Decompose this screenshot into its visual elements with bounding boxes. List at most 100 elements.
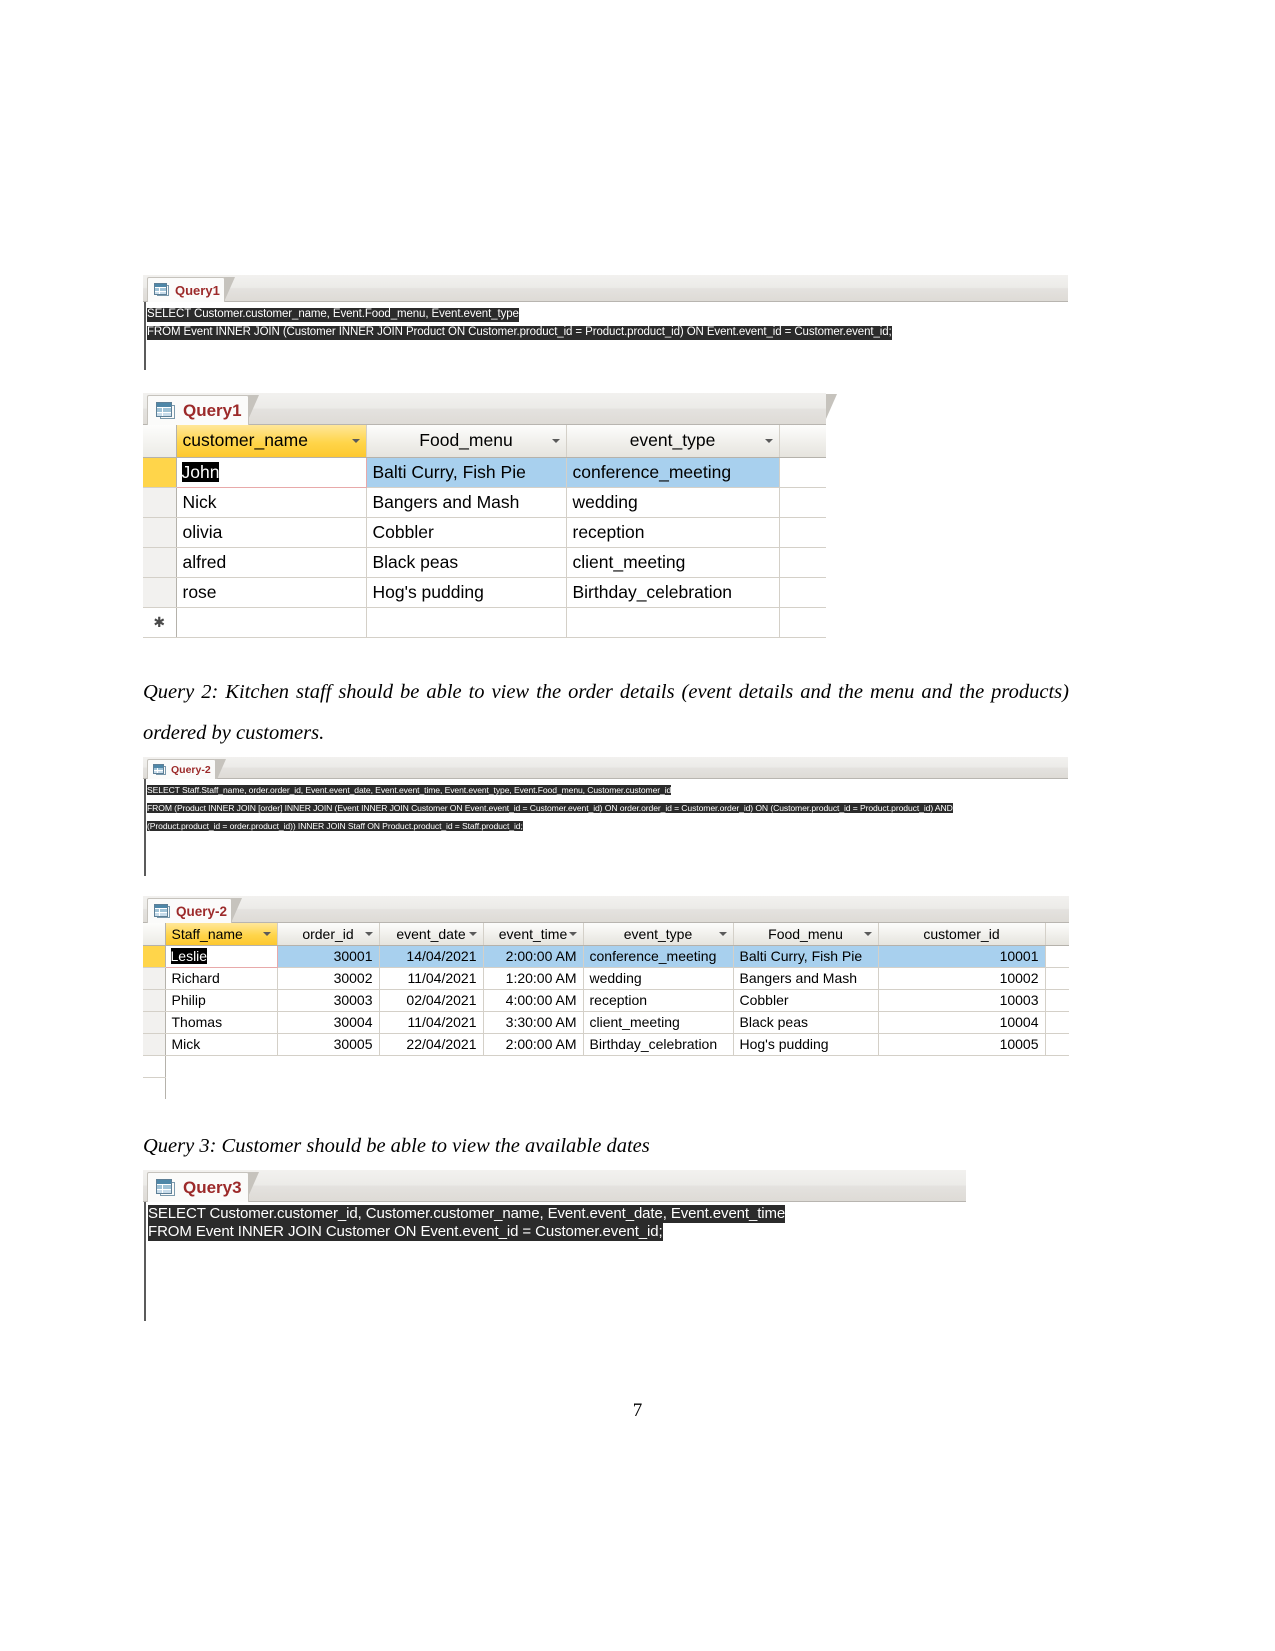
cell-food-menu-new[interactable]	[366, 607, 567, 638]
cell-event-type[interactable]: conference_meeting	[583, 945, 734, 968]
chevron-down-icon[interactable]	[364, 931, 373, 936]
table-row[interactable]: Nick Bangers and Mash wedding	[143, 487, 826, 518]
chevron-down-icon[interactable]	[468, 931, 477, 936]
query2-sql-editor[interactable]: SELECT Staff.Staff_name, order.order_id,…	[143, 779, 1068, 876]
column-header-event-type[interactable]: event_type	[583, 923, 734, 946]
table-row[interactable]: Philip 30003 02/04/2021 4:00:00 AM recep…	[143, 989, 1069, 1012]
query1-datasheet-grid[interactable]: customer_name Food_menu event_type John …	[143, 425, 826, 638]
cell-staff-name[interactable]: Leslie	[164, 944, 278, 968]
cell-event-type[interactable]: reception	[583, 989, 734, 1012]
cell-event-type[interactable]: Birthday_celebration	[566, 577, 780, 608]
cell-event-time[interactable]: 4:00:00 AM	[483, 989, 584, 1012]
column-header-customer-name[interactable]: customer_name	[176, 425, 367, 458]
column-header-order-id[interactable]: order_id	[277, 923, 380, 946]
cell-event-type[interactable]: wedding	[566, 487, 780, 518]
cell-customer-id[interactable]: 10004	[878, 1011, 1046, 1034]
cell-event-type[interactable]: Birthday_celebration	[583, 1033, 734, 1056]
cell-staff-name[interactable]: Philip	[165, 989, 278, 1012]
tab-query1-sql[interactable]: Query1	[147, 277, 235, 302]
cell-customer-name[interactable]: alfred	[176, 547, 367, 578]
cell-event-date[interactable]: 02/04/2021	[379, 989, 484, 1012]
record-selector[interactable]	[143, 967, 166, 990]
new-record-marker[interactable]: ✱	[143, 607, 177, 638]
cell-customer-name[interactable]: rose	[176, 577, 367, 608]
cell-food-menu[interactable]: Black peas	[366, 547, 567, 578]
cell-order-id[interactable]: 30001	[277, 945, 380, 968]
column-header-customer-id[interactable]: customer_id	[878, 923, 1046, 946]
tab-query2-sql[interactable]: Query-2	[147, 759, 226, 784]
cell-event-type[interactable]: client_meeting	[583, 1011, 734, 1034]
cell-customer-name[interactable]: John	[175, 456, 367, 488]
cell-food-menu[interactable]: Balti Curry, Fish Pie	[366, 457, 567, 488]
cell-event-type[interactable]: client_meeting	[566, 547, 780, 578]
cell-event-type-new[interactable]	[566, 607, 780, 638]
cell-customer-name-new[interactable]	[176, 607, 367, 638]
record-selector[interactable]	[143, 1033, 166, 1056]
column-header-food-menu[interactable]: Food_menu	[366, 425, 567, 458]
cell-staff-name[interactable]: Thomas	[165, 1011, 278, 1034]
record-selector[interactable]	[143, 989, 166, 1012]
cell-food-menu[interactable]: Bangers and Mash	[366, 487, 567, 518]
record-selector[interactable]	[143, 1055, 166, 1078]
cell-food-menu[interactable]: Hog's pudding	[733, 1033, 879, 1056]
column-header-event-date[interactable]: event_date	[379, 923, 484, 946]
cell-food-menu[interactable]: Balti Curry, Fish Pie	[733, 945, 879, 968]
cell-customer-id[interactable]: 10005	[878, 1033, 1046, 1056]
record-selector[interactable]	[143, 1077, 166, 1099]
cell-event-time[interactable]: 2:00:00 AM	[483, 945, 584, 968]
chevron-down-icon[interactable]	[764, 438, 773, 443]
cell-event-time[interactable]: 1:20:00 AM	[483, 967, 584, 990]
query3-sql-text[interactable]: SELECT Customer.customer_id, Customer.cu…	[148, 1205, 966, 1241]
query2-sql-text[interactable]: SELECT Staff.Staff_name, order.order_id,…	[147, 780, 1068, 834]
record-selector[interactable]	[143, 517, 177, 548]
query1-sql-editor[interactable]: SELECT Customer.customer_name, Event.Foo…	[143, 302, 1068, 370]
query1-sql-text[interactable]: SELECT Customer.customer_name, Event.Foo…	[147, 304, 1068, 340]
cell-customer-id[interactable]: 10003	[878, 989, 1046, 1012]
chevron-down-icon[interactable]	[351, 438, 360, 443]
table-row[interactable]: olivia Cobbler reception	[143, 517, 826, 548]
cell-food-menu[interactable]: Black peas	[733, 1011, 879, 1034]
cell-customer-id[interactable]: 10001	[878, 945, 1046, 968]
table-row[interactable]: Leslie 30001 14/04/2021 2:00:00 AM confe…	[143, 944, 1069, 968]
cell-staff-name[interactable]: Richard	[165, 967, 278, 990]
tab-query2-datasheet[interactable]: Query-2	[147, 898, 243, 923]
table-row[interactable]: Richard 30002 11/04/2021 1:20:00 AM wedd…	[143, 967, 1069, 990]
cell-customer-name[interactable]: Nick	[176, 487, 367, 518]
chevron-down-icon[interactable]	[262, 931, 271, 936]
cell-order-id[interactable]: 30003	[277, 989, 380, 1012]
cell-customer-name[interactable]: olivia	[176, 517, 367, 548]
cell-customer-id[interactable]: 10002	[878, 967, 1046, 990]
cell-order-id[interactable]: 30004	[277, 1011, 380, 1034]
cell-food-menu[interactable]: Cobbler	[733, 989, 879, 1012]
record-selector[interactable]	[143, 457, 177, 488]
record-selector[interactable]	[143, 945, 166, 968]
cell-event-type[interactable]: reception	[566, 517, 780, 548]
column-header-event-time[interactable]: event_time	[483, 923, 584, 946]
query3-sql-editor[interactable]: SELECT Customer.customer_id, Customer.cu…	[143, 1202, 966, 1321]
cell-order-id[interactable]: 30002	[277, 967, 380, 990]
cell-food-menu[interactable]: Cobbler	[366, 517, 567, 548]
cell-event-date[interactable]: 11/04/2021	[379, 1011, 484, 1034]
tab-query1-datasheet[interactable]: Query1	[147, 395, 259, 425]
record-selector[interactable]	[143, 577, 177, 608]
cell-food-menu[interactable]: Hog's pudding	[366, 577, 567, 608]
table-row[interactable]: Mick 30005 22/04/2021 2:00:00 AM Birthda…	[143, 1033, 1069, 1056]
chevron-down-icon[interactable]	[718, 931, 727, 936]
tab-query3-sql[interactable]: Query3	[147, 1172, 259, 1202]
column-header-food-menu[interactable]: Food_menu	[733, 923, 879, 946]
table-row[interactable]: alfred Black peas client_meeting	[143, 547, 826, 578]
cell-staff-name[interactable]: Mick	[165, 1033, 278, 1056]
cell-order-id[interactable]: 30005	[277, 1033, 380, 1056]
record-selector[interactable]	[143, 1011, 166, 1034]
query2-datasheet-grid[interactable]: Staff_name order_id event_date event_tim…	[143, 923, 1069, 1099]
column-header-event-type[interactable]: event_type	[566, 425, 780, 458]
cell-food-menu[interactable]: Bangers and Mash	[733, 967, 879, 990]
cell-event-time[interactable]: 2:00:00 AM	[483, 1033, 584, 1056]
chevron-down-icon[interactable]	[863, 931, 872, 936]
cell-event-type[interactable]: conference_meeting	[566, 457, 780, 488]
cell-event-time[interactable]: 3:30:00 AM	[483, 1011, 584, 1034]
chevron-down-icon[interactable]	[568, 931, 577, 936]
record-selector[interactable]	[143, 487, 177, 518]
cell-event-date[interactable]: 22/04/2021	[379, 1033, 484, 1056]
table-row[interactable]: John Balti Curry, Fish Pie conference_me…	[143, 456, 826, 488]
